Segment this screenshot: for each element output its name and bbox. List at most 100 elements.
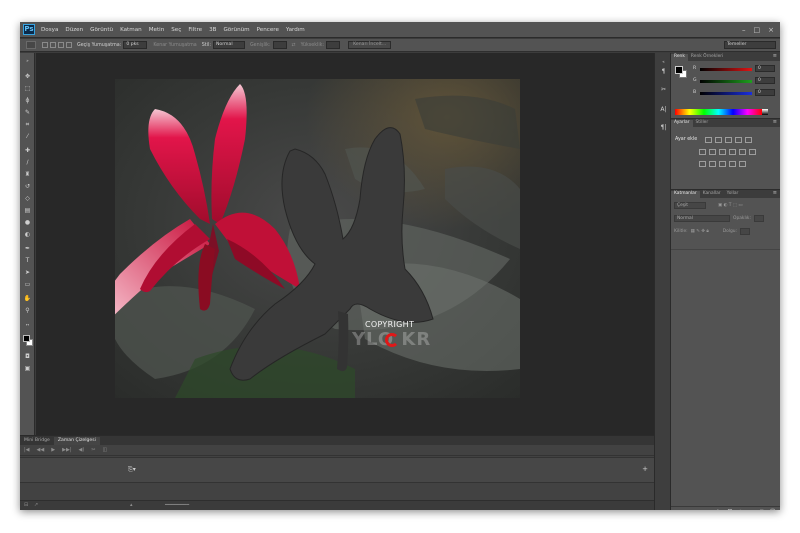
menu-item[interactable]: 3B [209, 27, 216, 33]
menu-item[interactable]: Seç [171, 27, 181, 33]
menu-item[interactable]: Pencere [257, 27, 279, 33]
clone-stamp-tool-icon[interactable]: ♜ [23, 171, 32, 179]
blend-mode-select[interactable]: Normal [674, 214, 730, 222]
delete-layer-icon[interactable]: 🗑︎ [770, 509, 776, 511]
menu-item[interactable]: Metin [149, 27, 165, 33]
lock-icons[interactable]: ▦ ✎ ✥ 🔒︎ [691, 228, 709, 234]
color-slider-b[interactable]: B0 [693, 89, 777, 98]
foreground-swatch[interactable] [675, 66, 683, 74]
timeline-tab[interactable]: Zaman Çizelgesi [53, 437, 100, 445]
channel-mixer-icon[interactable] [749, 149, 756, 155]
tools-presets-icon[interactable]: ✂ [659, 85, 668, 94]
close-button[interactable]: × [768, 25, 774, 35]
new-selection-icon[interactable] [42, 42, 48, 48]
type-tool-icon[interactable]: T [23, 257, 32, 265]
panel-tab[interactable]: Renk Örnekleri [688, 54, 726, 61]
previous-frame-icon[interactable]: ◀◀ [37, 447, 45, 453]
menu-item[interactable]: Yardım [286, 27, 305, 33]
panel-menu-icon[interactable]: ≡ [773, 53, 777, 60]
color-slider-g[interactable]: G0 [693, 77, 777, 86]
crop-tool-icon[interactable]: ⌗ [23, 121, 32, 129]
levels-icon[interactable] [715, 137, 722, 143]
color-spectrum[interactable] [675, 109, 762, 115]
color-slider-r[interactable]: R0 [693, 65, 777, 74]
shape-tool-icon[interactable]: ▭ [23, 281, 32, 289]
layers-list[interactable] [671, 249, 780, 501]
timeline-footer-icon[interactable]: ⊟ [24, 502, 28, 508]
timeline-convert-icon[interactable]: ↗ [34, 502, 38, 508]
gradient-tool-icon[interactable]: ▤ [23, 207, 32, 215]
quick-select-tool-icon[interactable]: ✎ [23, 109, 32, 117]
slider-track[interactable] [700, 68, 752, 71]
eraser-tool-icon[interactable]: ◇ [23, 195, 32, 203]
next-frame-icon[interactable]: ▶▶| [62, 447, 71, 453]
add-media-icon[interactable]: + [642, 465, 648, 473]
add-selection-icon[interactable] [50, 42, 56, 48]
panel-tab[interactable]: Stiller [693, 120, 712, 127]
layer-style-icon[interactable]: fx [717, 509, 722, 511]
subtract-selection-icon[interactable] [58, 42, 64, 48]
panel-tab[interactable]: Katmanlar [671, 191, 700, 198]
intersect-selection-icon[interactable] [66, 42, 72, 48]
adjustment-layer-icon[interactable]: ◐ [738, 509, 742, 511]
minimize-button[interactable]: – [742, 25, 746, 35]
color-lookup-icon[interactable] [739, 161, 746, 167]
collapse-icon[interactable]: » [23, 57, 32, 65]
history-brush-tool-icon[interactable]: ↺ [23, 183, 32, 191]
threshold-icon[interactable] [719, 161, 726, 167]
history-panel-icon[interactable]: ¶ [659, 67, 668, 76]
dodge-tool-icon[interactable]: ◐ [23, 231, 32, 239]
slider-value-input[interactable]: 0 [755, 77, 775, 84]
go-to-first-frame-icon[interactable]: |◀ [24, 447, 30, 453]
menu-item[interactable]: Görünüm [223, 27, 249, 33]
split-icon[interactable]: ✂ [91, 447, 95, 453]
panel-tab[interactable]: Yollar [724, 191, 742, 198]
feather-input[interactable]: 0 pks [123, 41, 148, 49]
grayscale-ramp[interactable] [762, 109, 768, 115]
slider-track[interactable] [700, 92, 752, 95]
opacity-input[interactable] [753, 214, 764, 222]
marquee-tool-icon[interactable]: ⬚ [23, 85, 32, 93]
document-image[interactable] [115, 79, 520, 398]
photo-filter-icon[interactable] [739, 149, 746, 155]
blur-tool-icon[interactable]: ● [23, 219, 32, 227]
posterize-icon[interactable] [709, 161, 716, 167]
panel-menu-icon[interactable]: ≡ [773, 190, 777, 197]
invert-icon[interactable] [699, 161, 706, 167]
film-icon[interactable]: ⎘▾ [128, 466, 136, 474]
panel-tab[interactable]: Ayarlar [671, 120, 693, 127]
foreground-color-swatch[interactable] [23, 335, 30, 342]
hand-tool-icon[interactable]: ✋ [23, 295, 32, 303]
screen-mode-icon[interactable]: ▣ [23, 365, 32, 373]
tool-preset-picker[interactable] [26, 41, 36, 49]
gradient-map-icon[interactable] [745, 137, 752, 143]
zoom-tool-icon[interactable]: ⚲ [23, 307, 32, 315]
slider-value-input[interactable]: 0 [755, 89, 775, 96]
black-white-icon[interactable] [729, 149, 736, 155]
healing-brush-tool-icon[interactable]: ✚ [23, 147, 32, 155]
vibrance-icon[interactable] [699, 149, 706, 155]
eyedropper-tool-icon[interactable]: ⁄ [23, 133, 32, 141]
brightness-icon[interactable] [705, 137, 712, 143]
workspace-select[interactable]: Temeller [724, 41, 776, 49]
zoom-slider[interactable]: ━━━━━━━━ [165, 502, 189, 508]
slider-track[interactable] [700, 80, 752, 83]
new-layer-icon[interactable]: ⊞ [759, 509, 763, 511]
timeline-tab[interactable]: Mini Bridge [20, 437, 54, 445]
swap-colors-icon[interactable]: ↔ [23, 321, 32, 329]
layer-kind-select[interactable]: Çeşit [674, 201, 706, 209]
transition-icon[interactable]: ◫ [102, 447, 107, 453]
color-balance-icon[interactable] [719, 149, 726, 155]
menu-item[interactable]: Katman [120, 27, 142, 33]
hue-saturation-icon[interactable] [709, 149, 716, 155]
filter-icons[interactable]: ▣ ◐ T ⬚ ▭ [718, 203, 743, 208]
height-input[interactable] [326, 41, 341, 49]
lasso-tool-icon[interactable]: ϕ [23, 97, 32, 105]
antialias-checkbox[interactable]: Kenar Yumuşatma [153, 43, 196, 48]
curves-icon[interactable] [725, 137, 732, 143]
brush-tool-icon[interactable]: ∕ [23, 159, 32, 167]
style-select[interactable]: Normal [212, 41, 245, 49]
menu-item[interactable]: Filtre [188, 27, 202, 33]
link-layers-icon[interactable]: ∞ [707, 509, 711, 511]
document-canvas-area[interactable]: COPYRIGHT YLO KR [36, 53, 654, 435]
